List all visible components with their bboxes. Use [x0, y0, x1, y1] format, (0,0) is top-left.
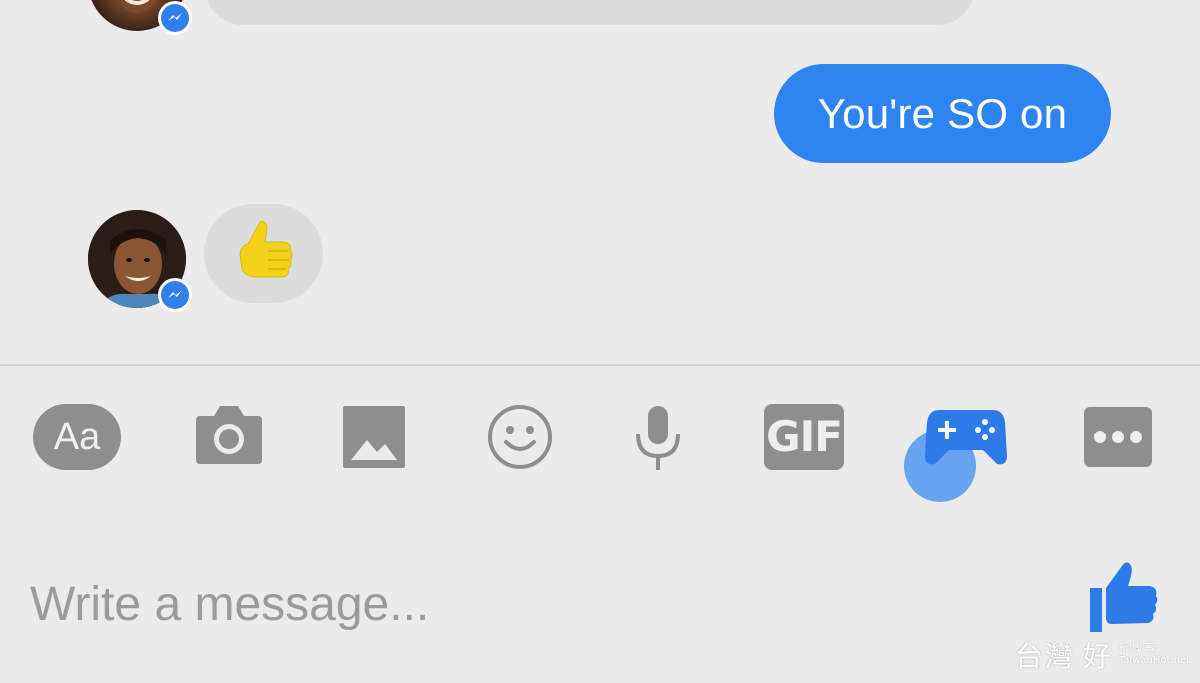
emoji-button[interactable]	[487, 404, 553, 475]
thumbs-up-emoji-icon	[239, 221, 293, 278]
watermark-text: 台灣	[1014, 640, 1075, 673]
gif-button[interactable]: GIF	[764, 404, 844, 470]
more-button[interactable]	[1084, 407, 1152, 467]
thumbs-up-icon	[1090, 562, 1158, 632]
message-thread: You're SO on	[0, 0, 1200, 365]
messenger-icon	[158, 278, 192, 312]
camera-button[interactable]	[194, 402, 264, 471]
messenger-screen: You're SO on Aa GIF Write a message... 台…	[0, 0, 1200, 683]
composer-toolbar: Aa GIF	[0, 366, 1200, 516]
outgoing-message-text: You're SO on	[817, 90, 1068, 137]
previous-incoming-bubble[interactable]	[205, 0, 975, 25]
text-format-button[interactable]: Aa	[33, 404, 121, 470]
messenger-icon	[158, 1, 192, 35]
camera-icon	[196, 406, 262, 464]
microphone-icon	[636, 406, 680, 470]
watermark-site: TaiwanHot.net	[1118, 655, 1190, 666]
games-button[interactable]	[925, 406, 1007, 473]
incoming-thumbs-up-bubble[interactable]	[204, 204, 323, 303]
gallery-button[interactable]	[343, 406, 405, 473]
more-icon-dot	[1112, 431, 1124, 443]
contact-avatar[interactable]	[88, 210, 192, 312]
send-like-button[interactable]	[1088, 558, 1160, 639]
image-icon	[343, 406, 405, 468]
contact-avatar[interactable]	[88, 0, 192, 35]
more-icon	[1094, 431, 1106, 443]
smiley-icon	[488, 405, 552, 469]
message-composer: 台灣 好 新 聞 報 TaiwanHot.net	[0, 516, 1200, 683]
message-input[interactable]	[30, 574, 1030, 634]
outgoing-message-bubble[interactable]: You're SO on	[774, 64, 1111, 163]
watermark-text-2: 好	[1082, 640, 1113, 673]
watermark-sub-text: 新 聞 報	[1118, 643, 1156, 654]
watermark-sub: 新 聞 報 TaiwanHot.net	[1119, 643, 1190, 667]
text-format-label: Aa	[53, 416, 101, 458]
gif-label: GIF	[766, 412, 843, 461]
watermark: 台灣 好 新 聞 報 TaiwanHot.net	[1015, 635, 1190, 675]
voice-button[interactable]	[632, 404, 684, 479]
more-icon-dot	[1130, 431, 1142, 443]
game-controller-icon	[925, 410, 1007, 465]
